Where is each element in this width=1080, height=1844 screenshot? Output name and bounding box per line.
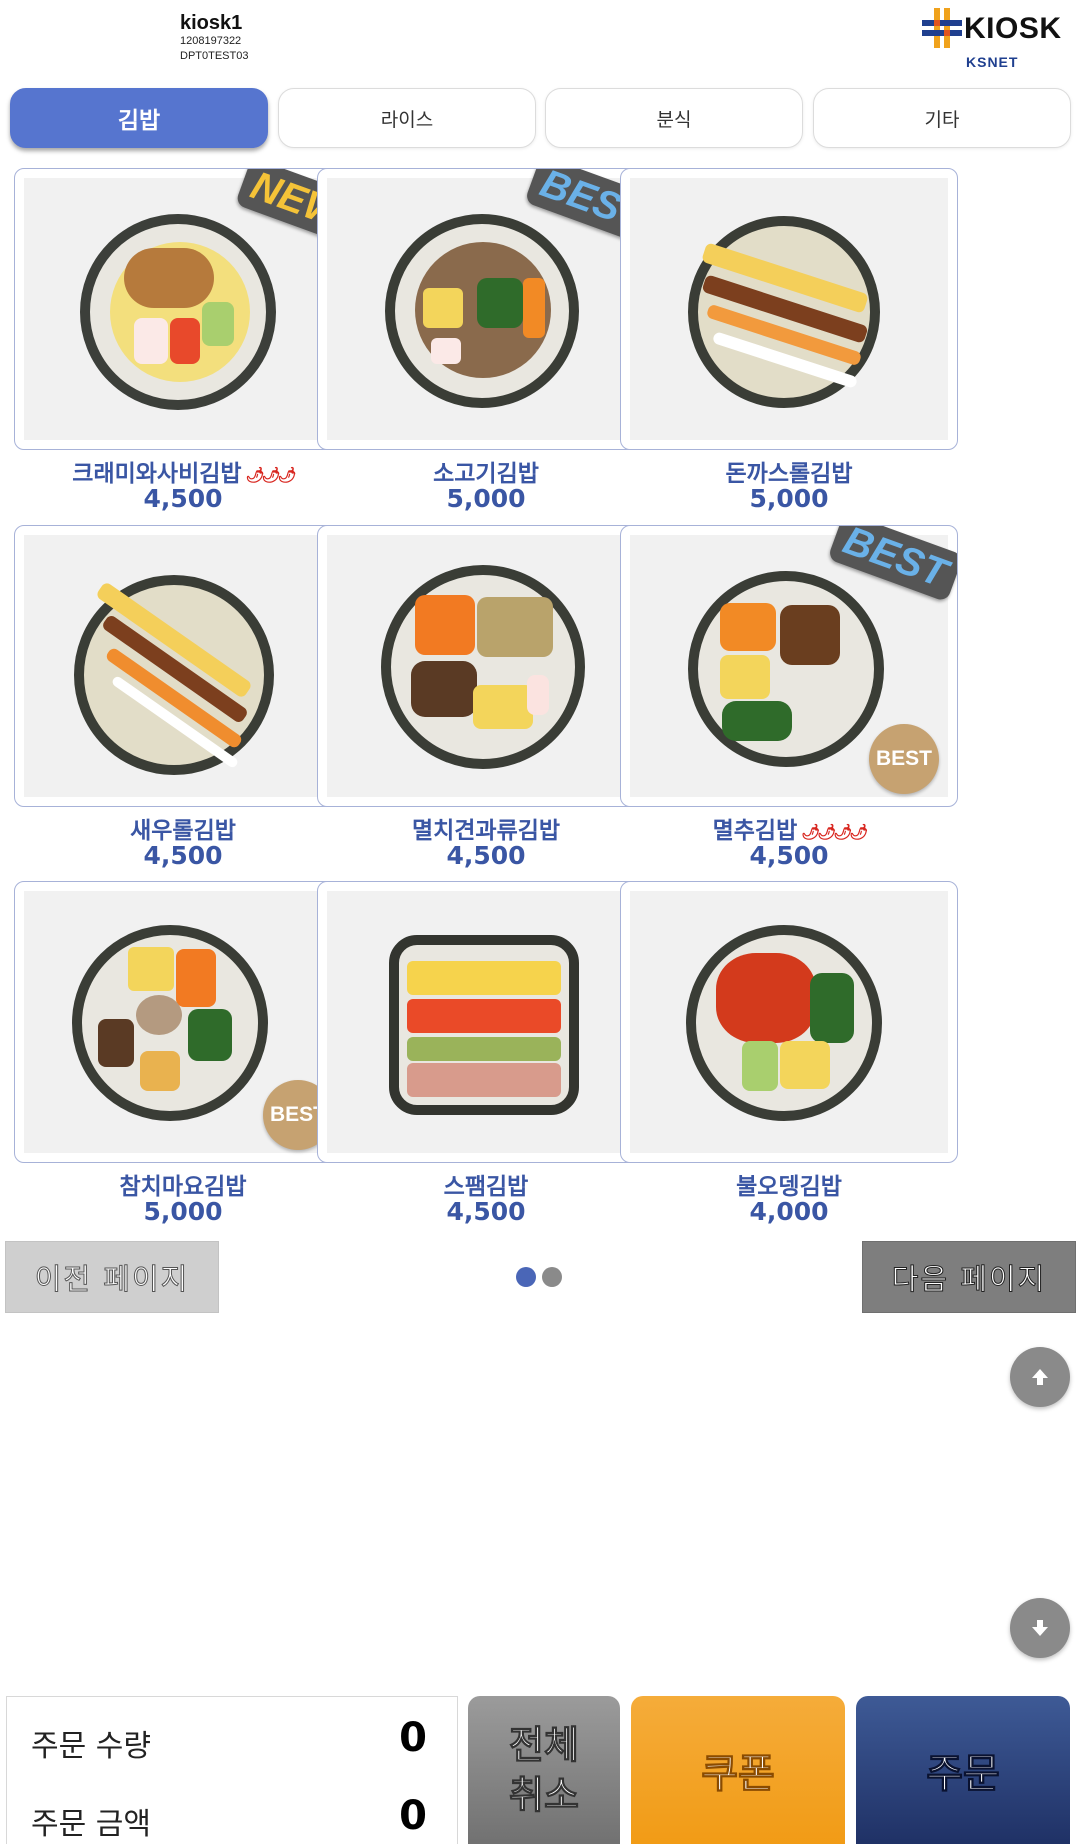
menu-item-photo [630, 178, 948, 440]
menu-item-image-frame[interactable]: NEW [14, 168, 352, 450]
tab-gimbap[interactable]: 김밥 [10, 88, 268, 148]
menu-item-image-frame[interactable]: BEST [317, 168, 655, 450]
tab-etc[interactable]: 기타 [813, 88, 1071, 148]
order-button[interactable]: 주문 [856, 1696, 1070, 1844]
arrow-up-icon [1032, 1369, 1048, 1385]
menu-item[interactable]: 돈까스롤김밥 5,000 [606, 168, 958, 524]
menu-item-price: 5,000 [446, 484, 526, 513]
order-amount-label: 주문 금액 [31, 1807, 151, 1842]
scroll-down-button[interactable] [1010, 1598, 1070, 1658]
menu-item-name: 멸추김밥 🌶🌶🌶🌶 [620, 811, 958, 845]
coupon-button[interactable]: 쿠폰 [631, 1696, 845, 1844]
menu-item[interactable]: 스팸김밥 4,500 [303, 881, 655, 1237]
menu-item-name: 소고기김밥 [433, 461, 539, 487]
menu-item-name: 참치마요김밥 [119, 1174, 247, 1200]
cancel-all-label-line2: 취소 [509, 1773, 580, 1818]
menu-item-price: 4,500 [749, 841, 829, 870]
menu-item-image-frame[interactable] [620, 168, 958, 450]
menu-item-photo [327, 535, 645, 797]
kiosk-info: kiosk1 1208197322 DPT0TEST03 [180, 12, 248, 64]
spicy-pepper-icon: 🌶🌶🌶🌶 [801, 822, 868, 841]
menu-item-image-frame[interactable] [317, 525, 655, 807]
menu-item[interactable]: BEST 참치마요김밥 5,000 [0, 881, 352, 1237]
spicy-pepper-icon: 🌶🌶🌶 [245, 465, 297, 484]
menu-item-image-frame[interactable] [14, 525, 352, 807]
header: kiosk1 1208197322 DPT0TEST03 KIOSK KSNET [0, 0, 1080, 80]
menu-item-name: 새우롤김밥 [130, 818, 236, 844]
logo-subtext: KSNET [966, 54, 1019, 70]
cancel-all-label-line1: 전체 [509, 1723, 580, 1768]
menu-item-image-frame[interactable]: BEST BEST [620, 525, 958, 807]
menu-item[interactable]: 멸치견과류김밥 4,500 [303, 525, 655, 881]
menu-item-photo [327, 891, 645, 1153]
order-amount-value: 0 [399, 1793, 427, 1839]
menu-item-price: 4,500 [143, 841, 223, 870]
page-dot [542, 1267, 562, 1287]
category-tabs: 김밥 라이스 분식 기타 [10, 88, 1071, 148]
menu-item-photo [24, 535, 342, 797]
menu-item[interactable]: 불오뎅김밥 4,000 [606, 881, 958, 1237]
menu-item-price: 4,000 [749, 1197, 829, 1226]
ksnet-kiosk-logo: KIOSK KSNET [922, 8, 1072, 72]
menu-item-image-frame[interactable] [620, 881, 958, 1163]
kiosk-code: 1208197322 [180, 35, 242, 47]
kiosk-logo-icon [922, 8, 962, 48]
page-indicator [516, 1267, 566, 1289]
device-id: DPT0TEST03 [180, 50, 249, 62]
prev-page-button[interactable]: 이전 페이지 [5, 1241, 219, 1313]
tab-snacks[interactable]: 분식 [545, 88, 803, 148]
menu-item-photo [630, 891, 948, 1153]
menu-item-image-frame[interactable] [317, 881, 655, 1163]
order-quantity-value: 0 [399, 1715, 427, 1761]
menu-item-name: 돈까스롤김밥 [725, 461, 853, 487]
menu-item[interactable]: BEST BEST 멸추김밥 🌶🌶🌶🌶 4,500 [606, 525, 958, 881]
next-page-button[interactable]: 다음 페이지 [862, 1241, 1076, 1313]
cancel-all-button[interactable]: 전체 취소 [468, 1696, 620, 1844]
menu-item-image-frame[interactable]: BEST [14, 881, 352, 1163]
menu-item-price: 5,000 [143, 1197, 223, 1226]
menu-item-name: 멸치견과류김밥 [411, 818, 561, 844]
menu-item-name: 크래미와사비김밥 🌶🌶🌶 [14, 454, 352, 488]
scroll-up-button[interactable] [1010, 1347, 1070, 1407]
menu-item-name: 불오뎅김밥 [736, 1174, 842, 1200]
order-summary: 주문 수량 0 주문 금액 0 [6, 1696, 458, 1844]
menu-item-price: 4,500 [446, 1197, 526, 1226]
menu-item-name: 스팸김밥 [443, 1174, 529, 1200]
menu-item[interactable]: 새우롤김밥 4,500 [0, 525, 352, 881]
page-dot-active [516, 1267, 536, 1287]
menu-item-price: 4,500 [143, 484, 223, 513]
best-circle-badge: BEST [869, 724, 939, 794]
kiosk-name: kiosk1 [180, 12, 243, 34]
menu-item-price: 4,500 [446, 841, 526, 870]
logo-text: KIOSK [964, 12, 1062, 45]
menu-item-price: 5,000 [749, 484, 829, 513]
menu-item[interactable]: NEW 크래미와사비김밥 🌶🌶🌶 4,500 [0, 168, 352, 524]
menu-item[interactable]: BEST 소고기김밥 5,000 [303, 168, 655, 524]
arrow-down-icon [1032, 1620, 1048, 1636]
kiosk-menu-screen: kiosk1 1208197322 DPT0TEST03 KIOSK KSNET… [0, 0, 1080, 1844]
tab-rice[interactable]: 라이스 [278, 88, 536, 148]
order-quantity-label: 주문 수량 [31, 1729, 151, 1764]
